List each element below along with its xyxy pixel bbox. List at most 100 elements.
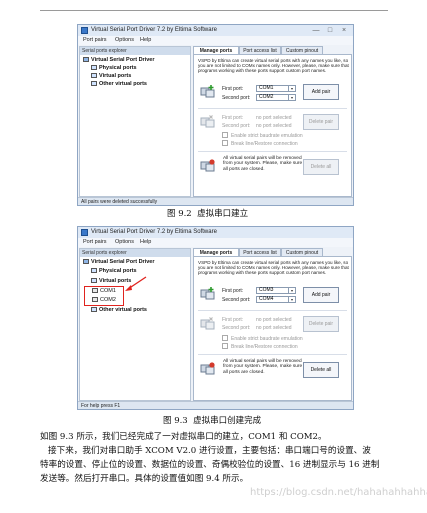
add-pair-button[interactable]: Add pair [303,287,339,303]
title-bar[interactable]: Virtual Serial Port Driver 7.2 by Eltima… [78,25,353,36]
first-port-value: no port selected [256,317,292,323]
menu-options[interactable]: Options [115,36,134,45]
body-paragraph: 如图 9.3 所示，我们已经完成了一对虚拟串口的建立，COM1 和 COM2。 … [40,430,390,486]
second-port-combo[interactable]: COM4 ▾ [256,296,296,303]
red-arrow-icon [125,276,147,291]
vspd-window-2: Virtual Serial Port Driver 7.2 by Eltima… [77,226,354,410]
second-port-label: Second port: [222,297,251,303]
port-group-icon [91,278,97,283]
checkbox-box [222,140,228,146]
close-button[interactable]: × [337,25,351,36]
tree-item-root[interactable]: Virtual Serial Port Driver [83,259,154,266]
second-port-label-disabled: Second port: [222,123,251,129]
tab-strip: Manage ports Port access list Custom pin… [193,248,353,256]
tree-item-virtual-ports[interactable]: Virtual ports [91,73,131,80]
status-bar: All pairs were deleted successfully [78,197,353,205]
delete-pair-button[interactable]: Delete pair [303,114,339,130]
chevron-down-icon: ▾ [288,86,295,91]
delete-all-button[interactable]: Delete all [303,362,339,378]
second-port-value: no port selected [256,325,292,331]
strict-baudrate-checkbox[interactable]: Enable strict baudrate emulation [222,335,303,342]
first-port-label: First port: [222,288,244,294]
tree-item-other-virtual-ports[interactable]: Other virtual ports [91,81,147,88]
description-text: VSPD by Eltima can create virtual serial… [198,260,349,276]
port-group-icon [91,65,97,70]
divider [198,108,347,109]
description-text: VSPD by Eltima can create virtual serial… [198,58,349,74]
highlight-box [84,286,124,306]
serial-ports-explorer: Serial ports explorer Virtual Serial Por… [79,46,191,197]
tab-area: Manage ports Port access list Custom pin… [193,46,352,197]
first-port-label-disabled: First port: [222,317,244,323]
menu-options[interactable]: Options [115,238,134,247]
first-port-combo[interactable]: COM1 ▾ [256,85,296,92]
second-port-combo[interactable]: COM2 ▾ [256,94,296,101]
remove-info-text: All virtual serial pairs will be removed… [223,359,303,375]
status-bar: For help press F1 [78,401,353,409]
add-pair-icon [200,287,215,300]
window-title: Virtual Serial Port Driver 7.2 by Eltima… [91,229,217,235]
add-pair-button[interactable]: Add pair [303,84,339,100]
tab-custom-pinout[interactable]: Custom pinout [281,46,323,54]
explorer-header: Serial ports explorer [80,47,190,55]
menu-port-pairs[interactable]: Port pairs [83,36,107,45]
second-port-value: no port selected [256,123,292,129]
app-icon [81,27,88,34]
checkbox-box [222,343,228,349]
break-line-checkbox[interactable]: Break line/Restore connection [222,140,298,147]
first-port-value: no port selected [256,115,292,121]
checkbox-box [222,132,228,138]
menu-help[interactable]: Help [140,238,151,247]
break-line-checkbox[interactable]: Break line/Restore connection [222,343,298,350]
chevron-down-icon: ▾ [288,297,295,302]
delete-pair-icon [200,317,215,330]
remove-info-text: All virtual serial pairs will be removed… [223,156,303,172]
port-group-icon [91,73,97,78]
computer-icon [83,259,89,264]
paragraph-line-1: 如图 9.3 所示，我们已经完成了一对虚拟串口的建立，COM1 和 COM2。 [40,432,327,442]
menu-bar: Port pairs Options Help [78,36,353,45]
minimize-button[interactable]: — [309,25,323,36]
second-port-label-disabled: Second port: [222,325,251,331]
figure-caption-9-3: 图 9.3 虚拟串口创建完成 [163,416,262,426]
watermark: https://blog.csdn.net/hahahahhahha [250,487,427,498]
first-port-label: First port: [222,86,244,92]
title-bar[interactable]: Virtual Serial Port Driver 7.2 by Eltima… [78,227,353,238]
tab-area: Manage ports Port access list Custom pin… [193,248,352,401]
menu-port-pairs[interactable]: Port pairs [83,238,107,247]
delete-all-button[interactable]: Delete all [303,159,339,175]
tab-manage-ports[interactable]: Manage ports [193,248,239,256]
checkbox-box [222,335,228,341]
tree-item-physical-ports[interactable]: Physical ports [91,65,137,72]
maximize-button[interactable]: □ [323,25,337,36]
delete-pair-button[interactable]: Delete pair [303,316,339,332]
serial-ports-explorer: Serial ports explorer Virtual Serial Por… [79,248,191,401]
menu-help[interactable]: Help [140,36,151,45]
tab-port-access-list[interactable]: Port access list [239,46,281,54]
page-top-rule [40,10,388,11]
manage-ports-panel: VSPD by Eltima can create virtual serial… [193,54,352,197]
menu-bar: Port pairs Options Help [78,238,353,247]
strict-baudrate-checkbox[interactable]: Enable strict baudrate emulation [222,132,303,139]
explorer-header: Serial ports explorer [80,249,190,257]
port-group-icon [91,307,97,312]
add-pair-icon [200,85,215,98]
tab-port-access-list[interactable]: Port access list [239,248,281,256]
first-port-combo[interactable]: COM3 ▾ [256,287,296,294]
delete-pair-icon [200,115,215,128]
tab-custom-pinout[interactable]: Custom pinout [281,248,323,256]
tree-item-other-virtual-ports[interactable]: Other virtual ports [91,307,147,314]
divider [198,151,347,152]
vspd-window-1: Virtual Serial Port Driver 7.2 by Eltima… [77,24,354,206]
tree-item-physical-ports[interactable]: Physical ports [91,268,137,275]
tab-manage-ports[interactable]: Manage ports [193,46,239,54]
paragraph-line-4: 发送等。然后打开串口。具体的设置值如图 9.4 所示。 [40,474,249,484]
port-group-icon [91,81,97,86]
paragraph-line-2: 接下来，我们对串口助手 XCOM V2.0 进行设置，主要包括：串口端口号的设置… [48,446,371,456]
paragraph-line-3: 特率的设置、停止位的设置、数据位的设置、奇偶校验位的设置、16 进制显示与 16… [40,460,380,470]
figure-caption-9-2: 图 9.2 虚拟串口建立 [167,209,249,219]
tree-item-root[interactable]: Virtual Serial Port Driver [83,57,154,64]
delete-all-icon [200,362,215,375]
manage-ports-panel: VSPD by Eltima can create virtual serial… [193,256,352,401]
second-port-label: Second port: [222,95,251,101]
